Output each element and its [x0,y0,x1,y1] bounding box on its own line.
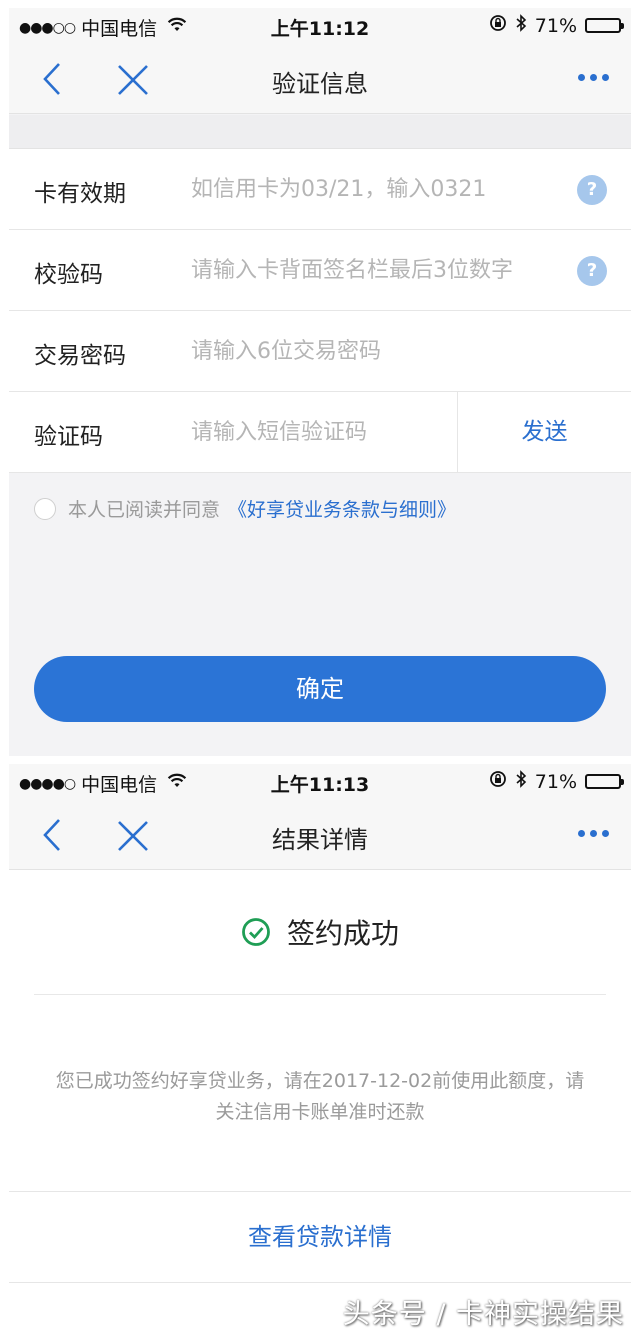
battery-percent: 71% [534,770,577,793]
orientation-lock-icon [489,14,507,37]
page-title: 验证信息 [272,70,368,98]
view-loan-details-link[interactable]: 查看贷款详情 [9,1192,631,1282]
cvv-row: 校验码 ? [9,230,631,311]
password-row: 交易密码 [9,311,631,392]
expiry-input[interactable] [191,167,571,211]
nav-bar: 验证信息 [9,44,631,114]
check-circle-icon [242,918,270,946]
divider [9,1282,631,1283]
password-input[interactable] [191,329,571,373]
help-icon[interactable]: ? [577,175,607,205]
help-icon[interactable]: ? [577,256,607,286]
sms-code-row: 验证码 发送 [9,392,631,473]
result-detail-screen: ●●●●○ 中国电信 上午11:13 71% 结果详情 签约成功 您已成功签约好… [9,764,631,1284]
password-label: 交易密码 [34,343,126,369]
expiry-label: 卡有效期 [34,181,126,207]
nav-bar: 结果详情 [9,800,631,870]
confirm-button[interactable]: 确定 [34,656,606,722]
battery-icon [585,774,624,789]
sms-code-label: 验证码 [34,424,103,450]
battery-icon [585,18,624,33]
divider [34,994,606,995]
agreement-row: 本人已阅读并同意 《好享贷业务条款与细则》 [34,495,456,522]
bluetooth-icon [515,770,527,793]
sms-code-input[interactable] [191,410,451,454]
result-title: 签约成功 [286,917,399,950]
send-code-button[interactable]: 发送 [458,392,631,473]
verify-info-screen: ●●●○○ 中国电信 上午11:12 71% 验证信息 卡有效期 如信用卡为03… [9,8,631,756]
page-title: 结果详情 [272,826,368,854]
bluetooth-icon [515,14,527,37]
agreement-text: 本人已阅读并同意 [68,499,221,521]
agree-radio[interactable] [34,497,56,520]
status-bar: ●●●○○ 中国电信 上午11:12 71% [9,8,631,44]
status-bar: ●●●●○ 中国电信 上午11:13 71% [9,764,631,800]
verify-form: 卡有效期 ? 校验码 ? 交易密码 验证码 发送 [9,149,631,473]
result-description: 您已成功签约好享贷业务，请在2017-12-02前使用此额度，请关注信用卡账单准… [55,1070,585,1123]
agreement-link[interactable]: 《好享贷业务条款与细则》 [228,495,456,522]
cvv-label: 校验码 [34,262,103,288]
more-icon[interactable] [578,74,609,81]
battery-percent: 71% [534,14,577,37]
orientation-lock-icon [489,770,507,793]
more-icon[interactable] [578,830,609,837]
watermark: 头条号 / 卡神实操结果 [342,1299,624,1330]
expiry-row: 卡有效期 ? [9,149,631,230]
result-header: 签约成功 [9,870,631,994]
section-spacer [9,115,631,149]
cvv-input[interactable] [191,248,571,292]
